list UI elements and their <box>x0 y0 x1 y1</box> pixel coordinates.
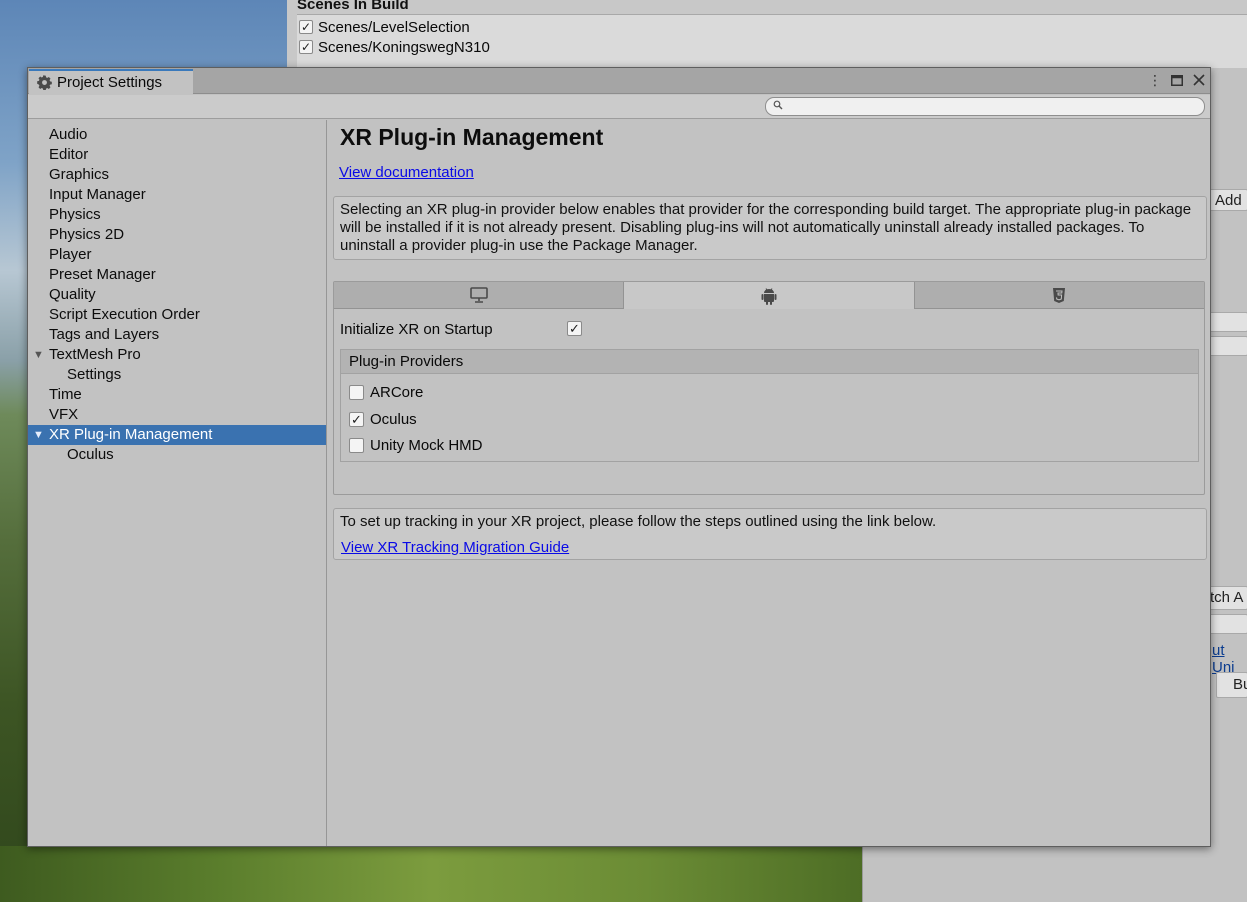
sidebar-item-label: Audio <box>49 126 88 143</box>
desktop-icon <box>469 287 488 303</box>
sidebar-item-label: TextMesh Pro <box>49 346 141 363</box>
settings-sidebar: Audio Editor Graphics Input Manager Phys… <box>28 120 327 846</box>
plugin-providers-list: ARCore ✓ Oculus Unity Mock HMD <box>340 374 1199 462</box>
sidebar-item-label: Editor <box>49 146 89 163</box>
sidebar-item-label: VFX <box>49 406 79 423</box>
maximize-icon[interactable] <box>1170 71 1184 89</box>
sidebar-item-preset-manager[interactable]: Preset Manager <box>28 265 326 285</box>
sidebar-item-label: Input Manager <box>49 186 146 203</box>
sidebar-item-label: Physics <box>49 206 101 223</box>
settings-content: XR Plug-in Management View documentation… <box>328 120 1210 846</box>
provider-checkbox[interactable]: ✓ <box>349 411 364 427</box>
window-title: Project Settings <box>57 74 163 91</box>
expand-arrow-icon[interactable]: ▼ <box>33 345 44 365</box>
sidebar-item-label: Quality <box>49 286 96 303</box>
sidebar-item-label: Script Execution Order <box>49 306 200 323</box>
provider-label: Unity Mock HMD <box>370 436 483 454</box>
initialize-xr-checkbox[interactable]: ✓ <box>567 321 582 336</box>
scene-label: Scenes/KoningswegN310 <box>318 38 490 56</box>
sidebar-item-label: Oculus <box>67 446 114 463</box>
provider-checkbox[interactable] <box>349 437 364 453</box>
close-icon[interactable] <box>1192 71 1206 89</box>
sidebar-item-label: Graphics <box>49 166 110 183</box>
window-titlebar: Project Settings ⋮ <box>28 68 1210 94</box>
sidebar-item-audio[interactable]: Audio <box>28 125 326 145</box>
scenes-in-build-list: ✓ Scenes/LevelSelection ✓ Scenes/Konings… <box>297 14 1247 68</box>
sidebar-item-textmesh-pro[interactable]: ▼ TextMesh Pro <box>28 345 326 365</box>
gear-icon <box>37 75 52 90</box>
project-settings-tab[interactable]: Project Settings <box>29 69 193 94</box>
sidebar-item-input-manager[interactable]: Input Manager <box>28 185 326 205</box>
sidebar-item-xr-plugin-management[interactable]: ▼ XR Plug-in Management <box>28 425 326 445</box>
scene-checkbox[interactable]: ✓ <box>299 20 313 34</box>
tab-android[interactable] <box>624 282 915 309</box>
sidebar-item-graphics[interactable]: Graphics <box>28 165 326 185</box>
sidebar-item-editor[interactable]: Editor <box>28 145 326 165</box>
provider-label: Oculus <box>370 410 417 428</box>
sidebar-item-physics-2d[interactable]: Physics 2D <box>28 225 326 245</box>
build-button-label: Bu <box>1233 676 1247 693</box>
android-icon <box>761 287 777 305</box>
sidebar-item-label: Player <box>49 246 92 263</box>
sidebar-item-vfx[interactable]: VFX <box>28 405 326 425</box>
sidebar-item-player[interactable]: Player <box>28 245 326 265</box>
unity-link[interactable]: ut Uni <box>1212 642 1247 676</box>
page-title: XR Plug-in Management <box>340 124 604 150</box>
patch-button-label: tch A <box>1210 589 1244 606</box>
scene-row[interactable]: ✓ Scenes/LevelSelection <box>299 17 470 37</box>
scenes-in-build-header: Scenes In Build <box>297 0 409 13</box>
scene-view-background-bottom <box>0 846 862 902</box>
background-field <box>1208 614 1247 634</box>
provider-label: ARCore <box>370 383 424 401</box>
provider-row-unity-mock-hmd[interactable]: Unity Mock HMD <box>349 434 483 456</box>
scene-label: Scenes/LevelSelection <box>318 18 470 36</box>
tracking-help-text: To set up tracking in your XR project, p… <box>340 513 937 530</box>
scene-row[interactable]: ✓ Scenes/KoningswegN310 <box>299 37 490 57</box>
plugin-providers-header: Plug-in Providers <box>340 349 1199 374</box>
search-input[interactable] <box>765 97 1205 116</box>
window-controls: ⋮ <box>1148 71 1206 89</box>
sidebar-item-label: Time <box>49 386 82 403</box>
sidebar-item-physics[interactable]: Physics <box>28 205 326 225</box>
sidebar-item-label: Settings <box>67 366 122 383</box>
tab-standalone[interactable] <box>334 282 625 309</box>
expand-arrow-icon[interactable]: ▼ <box>33 425 44 445</box>
sidebar-item-label: Physics 2D <box>49 226 125 243</box>
help-box-providers: Selecting an XR plug-in provider below e… <box>333 196 1207 260</box>
more-options-icon[interactable]: ⋮ <box>1148 71 1162 89</box>
sidebar-item-label: Tags and Layers <box>49 326 160 343</box>
tab-webgl[interactable] <box>914 282 1204 309</box>
provider-checkbox[interactable] <box>349 384 364 400</box>
sidebar-item-textmesh-settings[interactable]: Settings <box>28 365 326 385</box>
add-button-label: Add <box>1215 192 1242 209</box>
provider-row-oculus[interactable]: ✓ Oculus <box>349 408 417 430</box>
settings-toolbar <box>28 95 1210 119</box>
sidebar-item-oculus[interactable]: Oculus <box>28 445 326 465</box>
sidebar-item-quality[interactable]: Quality <box>28 285 326 305</box>
background-field <box>1208 312 1247 332</box>
tracking-migration-guide-link[interactable]: View XR Tracking Migration Guide <box>341 539 569 557</box>
html5-icon <box>1053 287 1066 303</box>
view-documentation-link[interactable]: View documentation <box>339 164 474 181</box>
sidebar-item-label: XR Plug-in Management <box>49 426 213 443</box>
sidebar-item-script-execution-order[interactable]: Script Execution Order <box>28 305 326 325</box>
initialize-xr-row: Initialize XR on Startup ✓ <box>340 318 1200 340</box>
initialize-xr-label: Initialize XR on Startup <box>340 320 493 338</box>
background-field <box>1208 336 1247 356</box>
sidebar-item-label: Preset Manager <box>49 266 156 283</box>
scene-checkbox[interactable]: ✓ <box>299 40 313 54</box>
provider-row-arcore[interactable]: ARCore <box>349 381 423 403</box>
sidebar-item-time[interactable]: Time <box>28 385 326 405</box>
search-icon <box>773 100 783 110</box>
help-box-tracking: To set up tracking in your XR project, p… <box>333 508 1207 560</box>
project-settings-window: Project Settings ⋮ Audio Editor Graphics… <box>27 67 1211 847</box>
sidebar-item-tags-and-layers[interactable]: Tags and Layers <box>28 325 326 345</box>
platform-settings-panel: Initialize XR on Startup ✓ Plug-in Provi… <box>333 281 1205 495</box>
platform-tabs <box>334 282 1204 309</box>
